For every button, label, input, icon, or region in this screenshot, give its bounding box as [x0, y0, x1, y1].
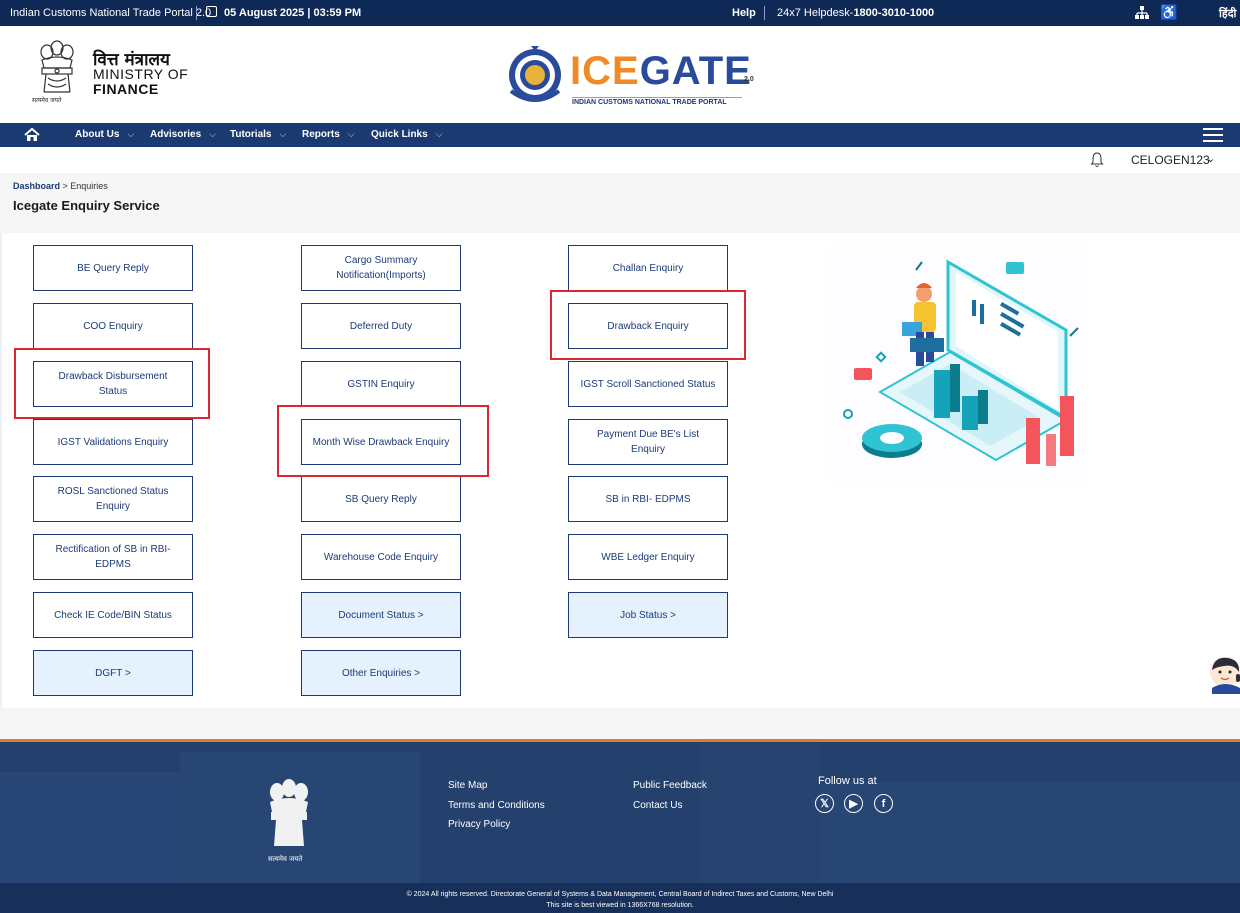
current-datetime: 05 August 2025 | 03:59 PM: [224, 7, 362, 19]
breadcrumb-current: Enquiries: [70, 181, 108, 191]
logo-gate: GATE: [639, 49, 752, 93]
footer-link-terms[interactable]: Terms and Conditions: [448, 800, 545, 811]
chevron-down-icon: ⌵: [347, 129, 355, 139]
divider: [764, 6, 765, 20]
chatbot-avatar-icon[interactable]: [1206, 654, 1240, 694]
nav-about-us[interactable]: About Us ⌵: [75, 129, 134, 140]
tile-rectification-sb-edpms[interactable]: Rectification of SB in RBI-EDPMS: [33, 534, 193, 580]
footer-link-public-feedback[interactable]: Public Feedback: [633, 780, 707, 791]
tile-be-query-reply[interactable]: BE Query Reply: [33, 245, 193, 291]
helpdesk-number: 1800-3010-1000: [853, 7, 935, 19]
tile-igst-scroll-sanctioned[interactable]: IGST Scroll Sanctioned Status: [568, 361, 728, 407]
tile-wbe-ledger-enquiry[interactable]: WBE Ledger Enquiry: [568, 534, 728, 580]
footer-link-contact-us[interactable]: Contact Us: [633, 800, 682, 811]
x-icon[interactable]: 𝕏: [815, 794, 834, 813]
user-menu[interactable]: CELOGEN123: [1131, 153, 1210, 167]
logo-ice: ICE: [570, 49, 640, 93]
copyright-text: © 2024 All rights reserved. Directorate …: [406, 891, 834, 898]
accessibility-icon[interactable]: ♿: [1160, 4, 1177, 21]
chevron-down-icon: ⌵: [435, 129, 443, 139]
icegate-wordmark: ICEGATE: [570, 49, 752, 94]
resolution-note: This site is best viewed in 1366X768 res…: [546, 902, 694, 909]
tile-other-enquiries[interactable]: Other Enquiries >: [301, 650, 461, 696]
help-link[interactable]: Help: [732, 7, 756, 19]
facebook-icon[interactable]: f: [874, 794, 893, 813]
emblem-caption: सत्यमेव जयते: [268, 855, 303, 863]
hamburger-menu-icon[interactable]: [1203, 128, 1223, 142]
nav-reports[interactable]: Reports ⌵: [302, 129, 355, 140]
tile-cargo-summary-notification[interactable]: Cargo Summary Notification(Imports): [301, 245, 461, 291]
site-header: सत्यमेव जयते वित्त मंत्रालय MINISTRY OF …: [0, 26, 1240, 123]
footer-link-site-map[interactable]: Site Map: [448, 780, 487, 791]
ministry-line2: FINANCE: [93, 81, 159, 97]
portal-name: Indian Customs National Trade Portal 2.0: [10, 7, 212, 19]
youtube-icon[interactable]: ▶: [844, 794, 863, 813]
calendar-icon: [206, 6, 217, 17]
tile-sb-in-rbi-edpms[interactable]: SB in RBI- EDPMS: [568, 476, 728, 522]
tile-igst-validations-enquiry[interactable]: IGST Validations Enquiry: [33, 419, 193, 465]
tile-document-status[interactable]: Document Status >: [301, 592, 461, 638]
tile-deferred-duty[interactable]: Deferred Duty: [301, 303, 461, 349]
tile-gstin-enquiry[interactable]: GSTIN Enquiry: [301, 361, 461, 407]
nav-label: Quick Links: [371, 129, 428, 140]
national-emblem: [270, 779, 308, 846]
footer-background: [0, 772, 180, 883]
chevron-down-icon: ⌵: [209, 129, 216, 139]
language-toggle[interactable]: हिंदी: [1219, 6, 1236, 21]
breadcrumb: Dashboard > Enquiries: [13, 181, 108, 191]
tile-challan-enquiry[interactable]: Challan Enquiry: [568, 245, 728, 291]
nav-quick-links[interactable]: Quick Links ⌵: [371, 129, 443, 140]
helpdesk-info: 24x7 Helpdesk-1800-3010-1000: [777, 7, 934, 19]
follow-us-label: Follow us at: [818, 775, 877, 787]
footer-link-privacy[interactable]: Privacy Policy: [448, 819, 510, 830]
copyright-bar: © 2024 All rights reserved. Directorate …: [0, 883, 1240, 913]
breadcrumb-dashboard[interactable]: Dashboard: [13, 181, 60, 191]
breadcrumb-separator: >: [60, 181, 71, 191]
icegate-seal-logo[interactable]: [505, 43, 565, 105]
footer-background: [700, 742, 820, 883]
highlight-box: [277, 405, 489, 477]
nav-advisories[interactable]: Advisories ⌵: [150, 129, 216, 140]
nav-label: About Us: [75, 129, 120, 140]
chevron-down-icon: ⌵: [279, 129, 287, 139]
top-strip: Indian Customs National Trade Portal 2.0…: [0, 0, 1240, 26]
nav-label: Tutorials: [230, 129, 272, 140]
logo-version: 2.0: [744, 76, 754, 83]
ministry-line1: MINISTRY OF: [93, 66, 189, 82]
tile-warehouse-code-enquiry[interactable]: Warehouse Code Enquiry: [301, 534, 461, 580]
divider: [196, 6, 197, 20]
chevron-down-icon: ⌵: [127, 129, 135, 139]
tile-dgft[interactable]: DGFT >: [33, 650, 193, 696]
highlight-box: [550, 290, 746, 360]
divider: [0, 233, 2, 708]
tile-sb-query-reply[interactable]: SB Query Reply: [301, 476, 461, 522]
highlight-box: [14, 348, 210, 419]
sitemap-icon[interactable]: [1134, 5, 1150, 21]
tile-coo-enquiry[interactable]: COO Enquiry: [33, 303, 193, 349]
user-bar: CELOGEN123 ⌄: [0, 147, 1240, 173]
nav-label: Reports: [302, 129, 340, 140]
tile-payment-due-be-list[interactable]: Payment Due BE's List Enquiry: [568, 419, 728, 465]
site-footer: सत्यमेव जयते Site Map Terms and Conditio…: [0, 739, 1240, 883]
analytics-illustration: [830, 242, 1088, 482]
chevron-down-icon[interactable]: ⌄: [1206, 152, 1215, 165]
main-nav: About Us ⌵ Advisories ⌵ Tutorials ⌵ Reports…: [0, 123, 1240, 147]
content-bottom-gap: [0, 708, 1240, 739]
tile-rosl-sanctioned-status[interactable]: ROSL Sanctioned Status Enquiry: [33, 476, 193, 522]
emblem-caption: सत्यमेव जयते: [32, 97, 62, 104]
nav-tutorials[interactable]: Tutorials ⌵: [230, 129, 286, 140]
nav-label: Advisories: [150, 129, 202, 140]
tile-check-ie-code[interactable]: Check IE Code/BIN Status: [33, 592, 193, 638]
page-title: Icegate Enquiry Service: [13, 198, 160, 213]
page-header: Dashboard > Enquiries Icegate Enquiry Se…: [0, 173, 1240, 233]
bell-icon[interactable]: [1090, 152, 1104, 168]
helpdesk-label: 24x7 Helpdesk-: [777, 7, 854, 19]
logo-tagline: INDIAN CUSTOMS NATIONAL TRADE PORTAL: [572, 97, 742, 106]
tile-job-status[interactable]: Job Status >: [568, 592, 728, 638]
home-icon[interactable]: [24, 127, 40, 143]
